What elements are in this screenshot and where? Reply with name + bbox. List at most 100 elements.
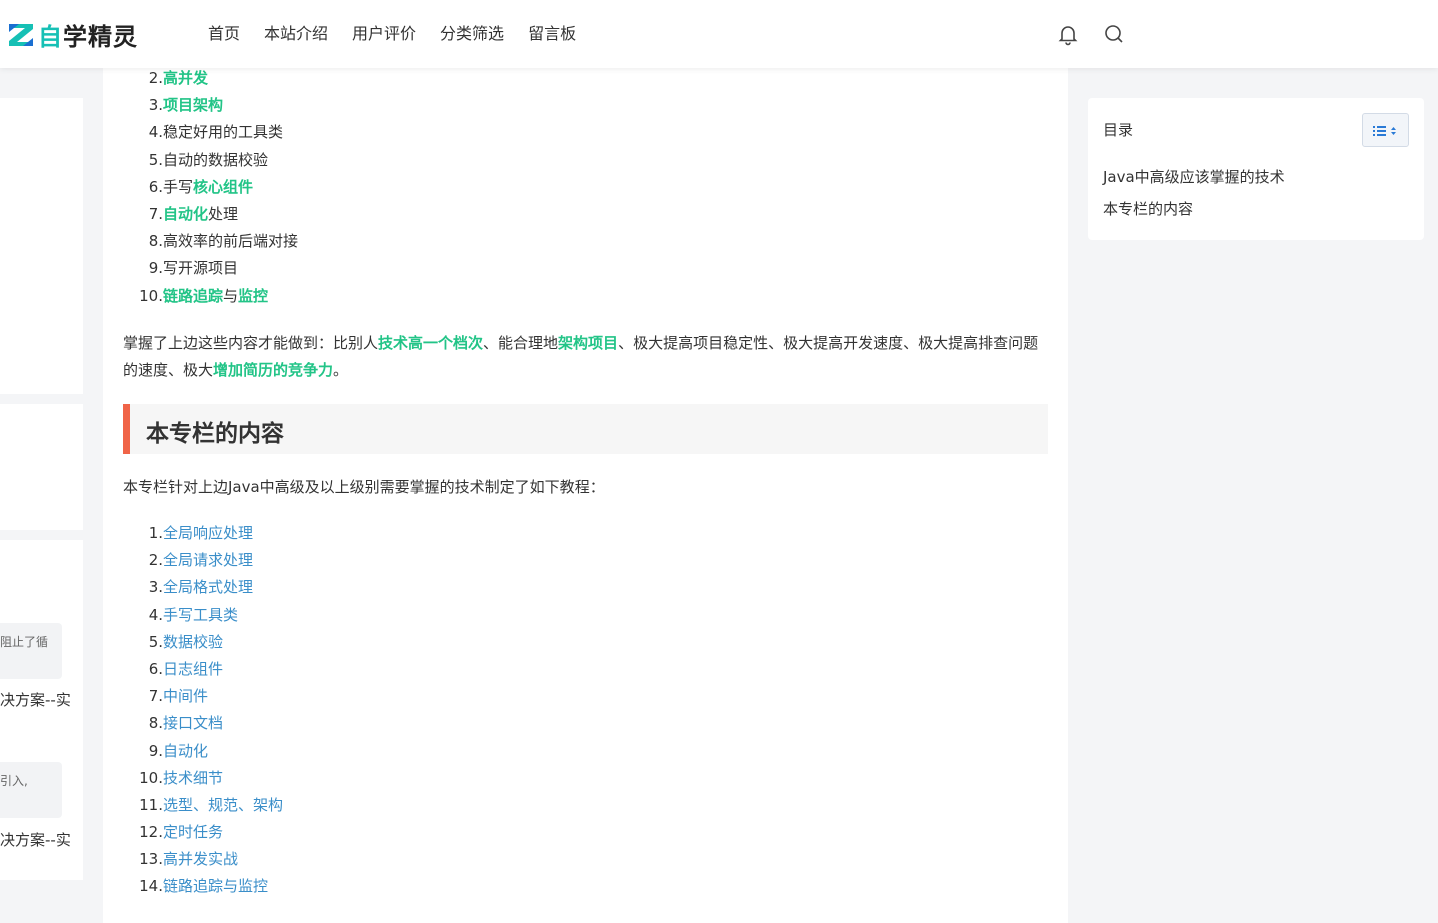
search-icon[interactable] xyxy=(1102,22,1126,46)
list-number: 10. xyxy=(139,768,163,787)
list-number: 2. xyxy=(148,69,163,87)
list-number: 3. xyxy=(148,96,163,115)
highlight-text: 架构项目 xyxy=(558,334,619,352)
list-number: 6. xyxy=(148,659,163,678)
site-header: 自学精灵 首页 本站介绍 用户评价 分类筛选 留言板 xyxy=(0,0,1438,68)
list-number: 8. xyxy=(148,232,163,251)
summary-paragraph: 掌握了上边这些内容才能做到：比别人技术高一个档次、能合理地架构项目、极大提高项目… xyxy=(123,330,1043,384)
tutorial-link[interactable]: 选型、规范、架构 xyxy=(163,796,283,814)
list-number: 4. xyxy=(148,605,163,624)
skills-list-item: 5. 自动的数据校验 xyxy=(123,147,298,174)
list-text: 写开源项目 xyxy=(163,259,239,278)
tutorial-list-item: 12. 定时任务 xyxy=(123,819,283,846)
list-number: 4. xyxy=(148,123,163,142)
highlight-text: 高并发 xyxy=(163,69,209,87)
site-logo[interactable]: 自学精灵 xyxy=(8,18,138,51)
highlight-text: 项目架构 xyxy=(163,96,224,115)
list-text: 处理 xyxy=(208,204,239,223)
toc-item[interactable]: Java中高级应该掌握的技术 xyxy=(1103,166,1285,187)
highlight-text: 技术高一个档次 xyxy=(378,334,484,352)
tutorial-list-item: 3. 全局格式处理 xyxy=(123,574,283,601)
article-content: 2. 高并发 3. 项目架构 4. 稳定好用的工具类 5. 自动的数据校验 6. 手写核… xyxy=(103,68,1068,923)
tutorial-link[interactable]: 手写工具类 xyxy=(163,606,238,624)
skills-list-item: 9. 写开源项目 xyxy=(123,255,298,282)
bell-icon[interactable] xyxy=(1056,22,1080,46)
tutorial-link[interactable]: 中间件 xyxy=(163,687,208,705)
tutorial-list-item: 13. 高并发实战 xyxy=(123,846,283,873)
list-text: 稳定好用的工具类 xyxy=(163,123,284,142)
tutorial-list-item: 6. 日志组件 xyxy=(123,656,283,683)
related-post-snippet: 引入, xyxy=(0,762,62,818)
sidebar-card-related: 阻止了循 决方案--实例 引入, 决方案--实例 xyxy=(0,540,83,880)
tutorial-list-item: 4. 手写工具类 xyxy=(123,602,283,629)
list-number: 11. xyxy=(139,795,163,814)
list-number: 2. xyxy=(148,551,163,570)
related-post-title[interactable]: 决方案--实例 xyxy=(0,829,70,850)
list-number: 8. xyxy=(148,714,163,733)
paragraph-text: 、能合理地 xyxy=(483,334,559,352)
list-number: 5. xyxy=(148,150,163,169)
nav-categories[interactable]: 分类筛选 xyxy=(428,22,516,46)
list-number: 10. xyxy=(139,286,163,305)
nav-reviews[interactable]: 用户评价 xyxy=(340,22,428,46)
skills-list-item: 8. 高效率的前后端对接 xyxy=(123,228,298,255)
nav-home[interactable]: 首页 xyxy=(196,22,252,46)
toc-item[interactable]: 本专栏的内容 xyxy=(1103,198,1193,219)
list-number: 1. xyxy=(148,524,163,542)
section-heading-text: 本专栏的内容 xyxy=(146,421,284,447)
list-toggle-icon xyxy=(1373,126,1396,136)
tutorial-link[interactable]: 链路追踪与监控 xyxy=(163,877,268,895)
tutorial-list-item: 7. 中间件 xyxy=(123,683,283,710)
tutorial-link[interactable]: 全局响应处理 xyxy=(163,524,253,542)
paragraph-text: 。 xyxy=(333,361,349,379)
tutorial-list-item: 2. 全局请求处理 xyxy=(123,547,283,574)
tutorial-link[interactable]: 定时任务 xyxy=(163,823,223,841)
tutorial-list-item: 5. 数据校验 xyxy=(123,629,283,656)
related-post-title[interactable]: 决方案--实例 xyxy=(0,689,70,710)
nav-guestbook[interactable]: 留言板 xyxy=(516,22,588,46)
list-number: 3. xyxy=(148,578,163,597)
tutorial-link[interactable]: 全局请求处理 xyxy=(163,551,253,569)
list-number: 7. xyxy=(148,204,163,223)
logo-icon xyxy=(9,24,33,46)
list-number: 5. xyxy=(148,632,163,651)
highlight-text: 自动化 xyxy=(163,204,209,223)
highlight-text: 监控 xyxy=(238,286,269,305)
tutorial-link[interactable]: 日志组件 xyxy=(163,660,223,678)
tutorial-list-item: 8. 接口文档 xyxy=(123,710,283,737)
list-number: 14. xyxy=(139,877,163,896)
list-text: 手写 xyxy=(163,177,194,196)
site-name: 自学精灵 xyxy=(38,22,138,51)
skills-list-item: 4. 稳定好用的工具类 xyxy=(123,119,298,146)
tutorial-link[interactable]: 技术细节 xyxy=(163,769,223,787)
tutorial-link[interactable]: 数据校验 xyxy=(163,633,223,651)
nav-about[interactable]: 本站介绍 xyxy=(252,22,340,46)
skills-list-item: 10. 链路追踪与监控 xyxy=(123,283,298,310)
toc-title: 目录 xyxy=(1103,121,1134,139)
main-nav: 首页 本站介绍 用户评价 分类筛选 留言板 xyxy=(196,22,588,46)
tutorial-list-item: 11. 选型、规范、架构 xyxy=(123,792,283,819)
skills-list-item: 3. 项目架构 xyxy=(123,92,298,119)
tutorial-list-item: 9. 自动化 xyxy=(123,738,283,765)
tutorial-link[interactable]: 自动化 xyxy=(163,742,208,760)
tutorial-list-item: 10. 技术细节 xyxy=(123,765,283,792)
paragraph-text: 掌握了上边这些内容才能做到：比别人 xyxy=(123,334,379,352)
list-number: 7. xyxy=(148,687,163,706)
skills-list-item: 2. 高并发 xyxy=(123,68,298,92)
highlight-text: 核心组件 xyxy=(193,177,254,196)
tutorial-link[interactable]: 全局格式处理 xyxy=(163,578,253,596)
skills-list-item: 6. 手写核心组件 xyxy=(123,174,298,201)
highlight-text: 链路追踪 xyxy=(163,286,224,305)
section-heading: 本专栏的内容 xyxy=(123,404,1048,454)
list-number: 12. xyxy=(139,823,163,842)
sidebar-card xyxy=(0,404,83,530)
list-number: 9. xyxy=(148,741,163,760)
tutorial-link[interactable]: 接口文档 xyxy=(163,714,223,732)
tutorial-link[interactable]: 高并发实战 xyxy=(163,850,238,868)
tutorial-list: 1. 全局响应处理 2. 全局请求处理 3. 全局格式处理 4. 手写工具类 5. 数据… xyxy=(123,520,283,901)
sidebar-card xyxy=(0,98,83,394)
list-number: 13. xyxy=(139,850,163,869)
list-text: 高效率的前后端对接 xyxy=(163,232,299,251)
intro-paragraph: 本专栏针对上边Java中高级及以上级别需要掌握的技术制定了如下教程： xyxy=(123,478,605,496)
toc-toggle-button[interactable] xyxy=(1362,113,1409,147)
